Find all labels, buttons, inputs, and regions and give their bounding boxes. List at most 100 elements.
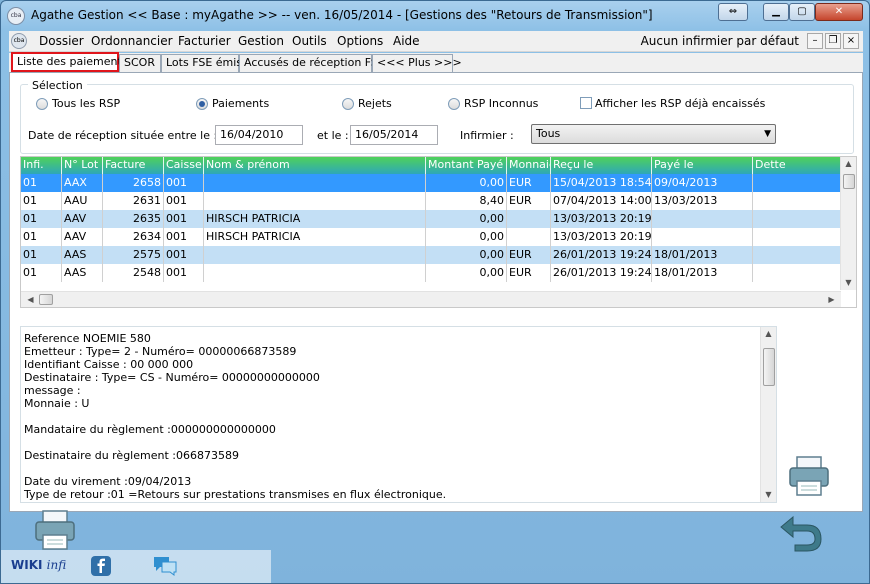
menu-ordonnancier[interactable]: Ordonnancier [91,34,173,48]
title-bar: cba Agathe Gestion << Base : myAgathe >>… [1,1,869,31]
radio-rsp-inconnus-label[interactable]: RSP Inconnus [464,97,538,110]
checkbox-rsp-encaisses-label[interactable]: Afficher les RSP déjà encaissés [595,97,765,110]
col-nom[interactable]: Nom & prénom [204,157,426,174]
col-caisse[interactable]: Caisse [164,157,204,174]
col-facture[interactable]: Facture [103,157,164,174]
table-cell [204,174,426,192]
infirmier-select[interactable]: Tous ▼ [531,124,776,144]
menu-gestion[interactable]: Gestion [238,34,284,48]
scroll-down-icon[interactable]: ▼ [761,488,776,502]
date-to-input[interactable]: 16/05/2014 [350,125,438,145]
facebook-button[interactable] [90,555,112,580]
horizontal-scroll-thumb[interactable] [39,294,53,305]
col-lot[interactable]: N° Lot [62,157,103,174]
table-cell: 8,40 [426,192,507,210]
tab-accuses-reception[interactable]: Accusés de réception FSE [239,54,385,72]
table-cell [204,264,426,282]
mdi-restore-button[interactable]: ❐ [825,33,841,49]
table-cell: 001 [164,210,204,228]
table-cell: AAU [62,192,103,210]
mdi-close-button[interactable]: × [843,33,859,49]
table-cell: HIRSCH PATRICIA [204,228,426,246]
table-cell: 13/03/2013 [652,192,753,210]
scroll-thumb[interactable] [763,348,775,386]
tab-plus[interactable]: <<< Plus >>> [372,54,462,72]
tab-liste-paiements[interactable]: Liste des paiements [11,52,128,72]
minimize-button[interactable]: ▁ [763,3,789,21]
chat-button[interactable] [152,554,178,581]
table-row[interactable]: 01 AAV 2634 001 HIRSCH PATRICIA 0,00 13/03/201… [21,228,841,246]
col-recu[interactable]: Reçu le [551,157,652,174]
radio-paiements[interactable] [196,98,208,110]
mdi-minimize-button[interactable]: – [807,33,823,49]
table-cell: 2635 [103,210,164,228]
table-row[interactable]: 01AAS2548001 0,00EUR26/01/2013 19:24:0018… [21,264,841,282]
table-cell [507,210,551,228]
table-horizontal-scrollbar[interactable]: ◀ ▶ [21,291,841,307]
radio-rsp-inconnus[interactable] [448,98,460,110]
close-button[interactable]: ✕ [815,3,863,21]
menu-options[interactable]: Options [337,34,383,48]
detail-line: Reference NOEMIE 580 [24,332,151,345]
maximize-button[interactable]: ▢ [789,3,815,21]
table-vertical-scrollbar[interactable]: ▲ ▼ [840,157,856,290]
wiki-infi-link[interactable]: WIKI infi [11,558,66,572]
col-montant[interactable]: Montant Payé [426,157,507,174]
table-cell: 01 [21,264,62,282]
scroll-up-icon[interactable]: ▲ [761,327,776,341]
menu-dossier[interactable]: Dossier [39,34,84,48]
resize-arrows-icon[interactable]: ⇔ [718,3,748,21]
table-row[interactable]: 01AAX2658001 0,00EUR15/04/2013 18:54:0009… [21,174,841,192]
payments-table: Infi. N° Lot Facture Caisse Nom & prénom… [20,156,857,308]
print-button[interactable] [33,509,77,556]
scroll-right-icon[interactable]: ▶ [824,293,839,307]
table-row[interactable]: 01AAS2575001 0,00EUR26/01/2013 19:24:0018… [21,246,841,264]
printer-icon [35,510,75,550]
scroll-left-icon[interactable]: ◀ [23,293,38,307]
detail-line [24,462,754,475]
col-infi[interactable]: Infi. [21,157,62,174]
menu-aide[interactable]: Aide [393,34,420,48]
radio-tous-rsp-label[interactable]: Tous les RSP [52,97,120,110]
menu-outils[interactable]: Outils [292,34,327,48]
table-cell [753,246,841,264]
table-cell: 01 [21,192,62,210]
tab-lots-fse[interactable]: Lots FSE émis [161,54,242,72]
menu-facturier[interactable]: Facturier [178,34,231,48]
app-logo-icon: cba [7,7,25,25]
radio-tous-rsp[interactable] [36,98,48,110]
scroll-thumb[interactable] [843,174,855,189]
radio-rejets[interactable] [342,98,354,110]
col-paye[interactable]: Payé le [652,157,753,174]
tab-scor[interactable]: SCOR [119,54,161,72]
table-cell: 01 [21,210,62,228]
tab-strip: Liste des paiements SCOR Lots FSE émis A… [9,52,863,73]
wiki-label: WIKI [11,558,43,572]
print-detail-button[interactable] [787,455,831,502]
scroll-up-icon[interactable]: ▲ [841,157,856,171]
radio-rejets-label[interactable]: Rejets [358,97,392,110]
back-button[interactable] [777,513,825,556]
radio-paiements-label[interactable]: Paiements [212,97,269,110]
table-cell: 001 [164,174,204,192]
table-header: Infi. N° Lot Facture Caisse Nom & prénom… [21,157,841,174]
table-cell: 2548 [103,264,164,282]
default-nurse-label[interactable]: Aucun infirmier par défaut [641,34,799,48]
date-from-input[interactable]: 16/04/2010 [215,125,303,145]
detail-vertical-scrollbar[interactable]: ▲ ▼ [760,327,776,502]
table-cell: 2631 [103,192,164,210]
table-cell [753,228,841,246]
checkbox-rsp-encaisses[interactable] [580,97,592,109]
col-monnaie[interactable]: Monnaie [507,157,551,174]
table-row[interactable]: 01AAU2631001 8,40EUR07/04/2013 14:00:0013… [21,192,841,210]
infirmier-select-value: Tous [536,127,561,140]
payment-detail[interactable]: Reference NOEMIE 580 Emetteur : Type= 2 -… [20,326,777,503]
table-cell: 0,00 [426,228,507,246]
table-cell: 18/01/2013 [652,246,753,264]
document-icon[interactable]: cba [11,33,27,49]
scroll-down-icon[interactable]: ▼ [841,276,856,290]
table-row[interactable]: 01 AAV 2635 001 HIRSCH PATRICIA 0,00 13/03/201… [21,210,841,228]
detail-line: message : [24,384,81,397]
wiki-suffix: infi [46,558,67,572]
col-dette[interactable]: Dette [753,157,841,174]
